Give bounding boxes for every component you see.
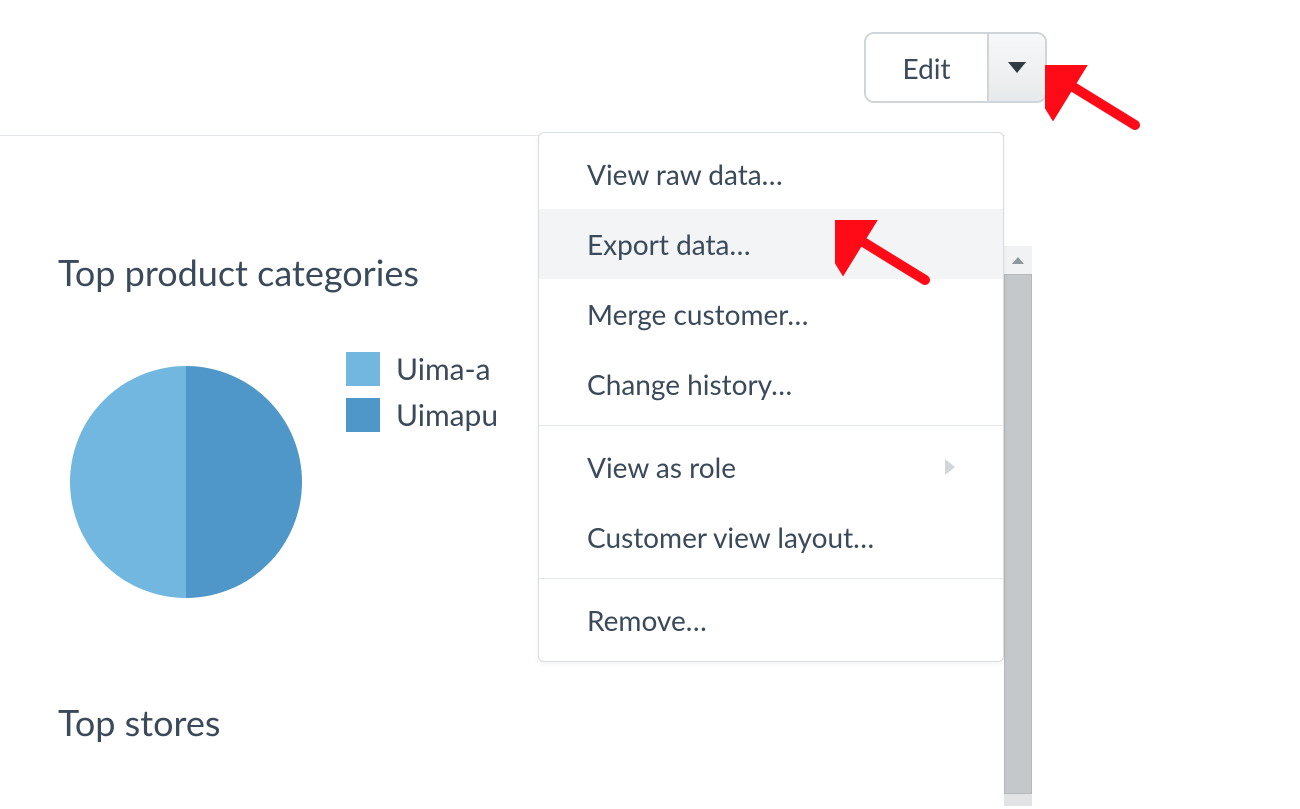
legend-item: Uima-a: [346, 346, 498, 392]
top-categories-pie-chart: [70, 366, 302, 598]
scrollbar-up-button[interactable]: [1004, 246, 1032, 274]
edit-button[interactable]: Edit: [866, 34, 987, 101]
menu-item-label: View raw data…: [587, 157, 783, 191]
legend-swatch-icon: [346, 352, 380, 386]
section-title-top-categories: Top product categories: [58, 250, 419, 294]
menu-separator: [539, 425, 1003, 426]
pie-legend: Uima-a Uimapu: [346, 346, 498, 438]
edit-dropdown-menu: View raw data… Export data… Merge custom…: [538, 132, 1004, 662]
menu-item-label: Customer view layout…: [587, 520, 874, 554]
submenu-caret-icon: [945, 459, 955, 475]
edit-dropdown-toggle[interactable]: [987, 34, 1045, 101]
menu-item-remove[interactable]: Remove…: [539, 585, 1003, 655]
menu-item-customer-view-layout[interactable]: Customer view layout…: [539, 502, 1003, 572]
vertical-scrollbar[interactable]: [1004, 246, 1032, 806]
menu-item-label: Export data…: [587, 227, 750, 261]
caret-down-icon: [1008, 62, 1026, 73]
scrollbar-thumb[interactable]: [1004, 274, 1032, 794]
legend-swatch-icon: [346, 398, 380, 432]
legend-label: Uimapu: [396, 392, 498, 438]
menu-item-label: View as role: [587, 450, 736, 484]
legend-item: Uimapu: [346, 392, 498, 438]
legend-label: Uima-a: [396, 346, 491, 392]
annotation-arrow-icon: [1045, 65, 1145, 135]
pie-graphic: [70, 366, 302, 598]
menu-separator: [539, 578, 1003, 579]
menu-item-export-data[interactable]: Export data…: [539, 209, 1003, 279]
menu-item-view-raw-data[interactable]: View raw data…: [539, 139, 1003, 209]
edit-split-button: Edit: [864, 32, 1047, 103]
section-title-top-stores: Top stores: [58, 700, 220, 744]
menu-item-view-as-role[interactable]: View as role: [539, 432, 1003, 502]
menu-item-label: Change history…: [587, 367, 792, 401]
menu-item-label: Remove…: [587, 603, 707, 637]
caret-up-icon: [1012, 257, 1024, 264]
menu-item-merge-customer[interactable]: Merge customer…: [539, 279, 1003, 349]
menu-item-label: Merge customer…: [587, 297, 808, 331]
menu-item-change-history[interactable]: Change history…: [539, 349, 1003, 419]
